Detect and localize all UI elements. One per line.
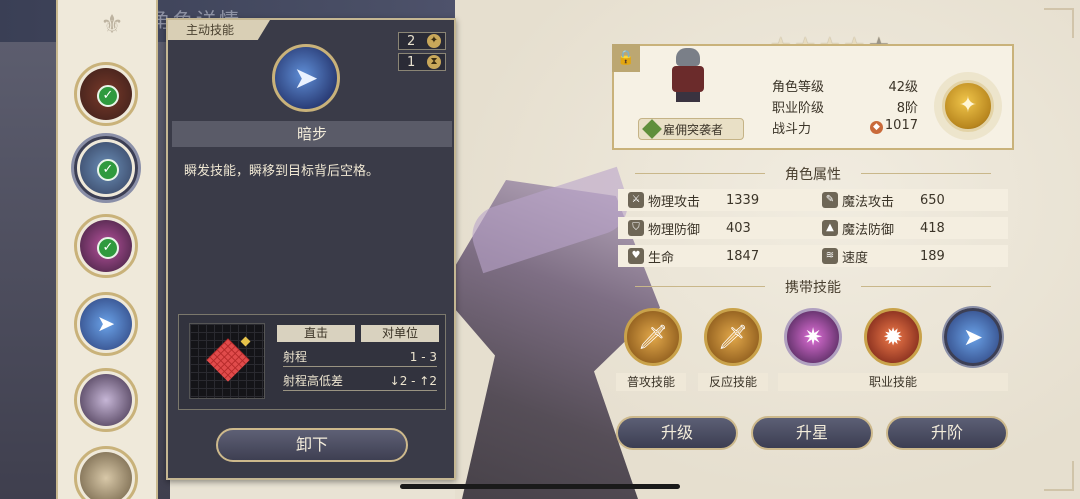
dash-skill-icon: ➤ [272,44,340,112]
upgrade-button[interactable]: 升级 [616,416,738,450]
skill-rail: ⚜ ✓ ✓ ✓ ➤ [56,0,158,499]
attr-label: 魔法防御 [842,222,895,238]
attr-label: 速度 [842,250,869,266]
attr-phys-def: ⛉ 物理防御 403 [618,217,814,239]
attack-type-header: 直击 [277,325,355,342]
power-icon: ◆ [869,121,883,134]
job-name: 雇佣突袭者 [663,122,724,137]
power-value-wrap: ◆ 1017 [864,118,918,134]
wing-icon: ≋ [822,248,838,264]
skill-slot-4[interactable]: ➤ [74,292,138,356]
power-label: 战斗力 [772,122,812,137]
attr-label: 魔法攻击 [842,194,895,210]
attr-label: 生命 [648,250,675,266]
equipped-check-icon: ✓ [97,85,119,107]
job-badge[interactable]: 雇佣突袭者 [638,118,744,140]
equipped-check-icon: ✓ [97,237,119,259]
character-card: 🔒 雇佣突袭者 角色等级 42级 职业阶级 8阶 战斗力 ◆ 1017 ✦ [612,44,1014,150]
level-label: 角色等级 [772,80,825,95]
height-diff-label: 射程高低差 [283,374,344,388]
fleur-de-lis-icon: ⚜ [100,10,124,40]
attr-hp: ♥ 生命 1847 [618,245,814,267]
attr-speed: ≋ 速度 189 [812,245,1008,267]
attr-value: 189 [920,248,945,264]
carried-skills-title: 携带技能 [615,277,1011,297]
normal-attack-label: 普攻技能 [616,373,686,391]
job-diamond-icon [642,119,662,139]
class-skill-1-icon[interactable]: ✷ [784,308,842,366]
corner-ornament-top-right [1044,8,1074,38]
equipped-check-icon: ✓ [97,159,119,181]
skill-description: 瞬发技能，瞬移到目标背后空格。 [184,164,380,179]
height-diff-value: ↓2 - ↑2 [389,373,437,388]
skill-slot-3[interactable]: ✓ [74,214,138,278]
character-sprite [666,46,710,104]
attr-value: 403 [726,220,751,236]
skill-slot-2[interactable]: ✓ [74,136,138,200]
cooldown-cost: 1 ⧗ [398,53,446,71]
skill-detail-panel: 主动技能 2 ✦ 1 ⧗ ➤ 暗步 瞬发技能，瞬移到目标背后空格。 直击 对单位… [166,18,456,480]
ap-cost: 2 ✦ [398,32,446,50]
level-value: 42级 [888,80,918,95]
corner-ornament-bottom-right [1044,461,1074,491]
skill-slot-1[interactable]: ✓ [74,62,138,126]
sword-icon: ⚔ [628,192,644,208]
chain-skill-icon [80,374,132,426]
normal-attack-skill-icon[interactable]: 🗡 [624,308,682,366]
rank-up-button[interactable]: 升阶 [886,416,1008,450]
class-skill-2-icon[interactable]: ✹ [864,308,922,366]
class-skill-3-icon[interactable]: ➤ [944,308,1002,366]
sparkle-icon: ✦ [427,34,441,48]
range-label: 射程 [283,350,308,364]
attr-label: 物理攻击 [648,194,701,210]
attributes-title: 角色属性 [615,164,1011,184]
range-row: 射程 1 - 3 [283,347,437,367]
skill-slot-5[interactable] [74,368,138,432]
attr-label: 物理防御 [648,222,701,238]
rank-label: 职业阶级 [772,101,825,116]
attr-mag-atk: ✎ 魔法攻击 650 [812,189,1008,211]
hourglass-icon: ⧗ [427,55,441,69]
rank-value: 8阶 [896,101,918,116]
class-skill-label: 职业技能 [778,373,1008,391]
attr-phys-atk: ⚔ 物理攻击 1339 [618,189,814,211]
star-up-button[interactable]: 升星 [751,416,873,450]
class-emblem-icon[interactable]: ✦ [942,80,994,132]
ap-cost-value: 2 [407,33,416,49]
range-info: 直击 对单位 射程 1 - 3 射程高低差 ↓2 - ↑2 [178,314,446,410]
attr-value: 418 [920,220,945,236]
target-type-header: 对单位 [361,325,439,342]
attr-mag-def: ▲ 魔法防御 418 [812,217,1008,239]
skill-name: 暗步 [172,121,452,147]
home-indicator[interactable] [400,484,680,489]
range-grid [189,323,265,399]
shield-icon: ⛉ [628,220,644,236]
staff-icon: ✎ [822,192,838,208]
attr-value: 650 [920,192,945,208]
dash-skill-icon: ➤ [80,298,132,350]
attr-value: 1339 [726,192,760,208]
reaction-label: 反应技能 [698,373,768,391]
attr-value: 1847 [726,248,760,264]
height-diff-row: 射程高低差 ↓2 - ↑2 [283,371,437,391]
skill-slot-6[interactable] [74,446,138,499]
power-value: 1017 [884,118,918,133]
unequip-button[interactable]: 卸下 [216,428,408,462]
skill-6-icon [80,452,132,499]
cooldown-value: 1 [407,54,416,70]
lock-icon[interactable]: 🔒 [612,44,640,72]
range-value: 1 - 3 [409,349,437,364]
caster-marker [240,336,251,347]
skill-type-tag: 主动技能 [168,20,270,40]
heart-icon: ♥ [628,248,644,264]
reaction-skill-icon[interactable]: 🗡 [704,308,762,366]
hat-icon: ▲ [822,220,838,236]
